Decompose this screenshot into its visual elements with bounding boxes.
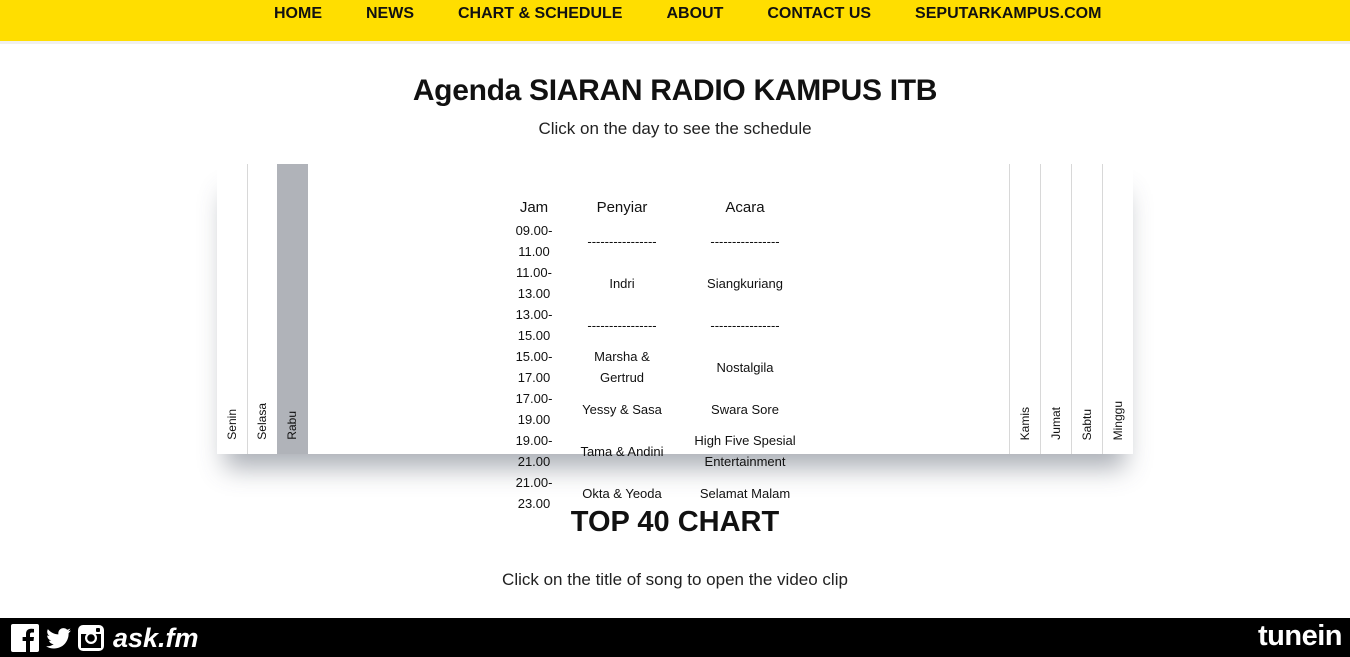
page-subtitle: Click on the day to see the schedule [538, 119, 812, 138]
table-row: 11.00-13.00 Indri Siangkuriang [494, 262, 820, 304]
nav-home[interactable]: HOME [274, 5, 322, 23]
chart-section-title: TOP 40 CHART [570, 506, 780, 538]
nav-contact-us[interactable]: CONTACT US [767, 5, 871, 23]
tunein-link[interactable]: tunein [1258, 620, 1343, 653]
cell-penyiar: Tama & Andini [580, 443, 664, 459]
cell-penyiar: Marsha & Gertrud [594, 349, 650, 385]
nav-chart-schedule[interactable]: CHART & SCHEDULE [458, 5, 622, 23]
day-tab-label: Senin [225, 409, 239, 440]
table-row: 13.00-15.00 ---------------- -----------… [494, 304, 820, 346]
day-tab-minggu[interactable]: Minggu [1102, 164, 1133, 454]
instagram-icon[interactable] [76, 623, 106, 653]
column-header-acara: Acara [725, 198, 765, 216]
nav-news[interactable]: NEWS [366, 5, 414, 23]
cell-jam: 11.00-13.00 [516, 265, 552, 301]
day-tab-jumat[interactable]: Jumat [1040, 164, 1071, 454]
cell-jam: 19.00-21.00 [515, 433, 553, 469]
day-tab-label: Jumat [1049, 407, 1063, 440]
day-tab-label: Selasa [255, 403, 269, 440]
table-row: 17.00-19.00 Yessy & Sasa Swara Sore [494, 388, 820, 430]
chart-section-subtitle: Click on the title of song to open the v… [502, 570, 848, 589]
cell-acara: ---------------- [710, 233, 780, 249]
cell-penyiar: Yessy & Sasa [582, 401, 662, 417]
cell-jam: 09.00-11.00 [515, 223, 553, 259]
table-row: 19.00-21.00 Tama & Andini High Five Spes… [494, 430, 820, 472]
twitter-icon[interactable] [43, 623, 73, 653]
cell-acara: High Five Spesial Entertainment [694, 433, 796, 469]
day-tab-rabu[interactable]: Rabu [277, 164, 308, 454]
table-row: 15.00-17.00 Marsha & Gertrud Nostalgila [494, 346, 820, 388]
day-tab-kamis[interactable]: Kamis [1009, 164, 1040, 454]
social-links: ask.fm [10, 623, 199, 653]
top-navigation: HOME NEWS CHART & SCHEDULE ABOUT CONTACT… [0, 0, 1350, 44]
day-tab-label: Minggu [1111, 400, 1125, 440]
cell-penyiar: ---------------- [587, 233, 657, 249]
page-title: Agenda SIARAN RADIO KAMPUS ITB [412, 74, 938, 107]
cell-penyiar: Indri [609, 275, 635, 291]
day-tab-label: Sabtu [1080, 408, 1094, 440]
day-tab-senin[interactable]: Senin [217, 164, 248, 454]
table-row: 09.00-11.00 ---------------- -----------… [494, 220, 820, 262]
schedule-header-row: Jam Penyiar Acara [494, 194, 820, 220]
askfm-link[interactable]: ask.fm [113, 623, 199, 653]
footer-bar: ask.fm tunein [0, 618, 1350, 657]
cell-penyiar: ---------------- [587, 317, 657, 333]
cell-jam: 17.00-19.00 [515, 391, 553, 427]
nav-about[interactable]: ABOUT [666, 5, 723, 23]
nav-seputarkampus[interactable]: SEPUTARKAMPUS.COM [915, 5, 1101, 23]
column-header-jam: Jam [519, 198, 549, 216]
column-header-penyiar: Penyiar [596, 198, 648, 216]
nav-menu: HOME NEWS CHART & SCHEDULE ABOUT CONTACT… [274, 5, 1145, 23]
facebook-icon[interactable] [10, 623, 40, 653]
cell-acara: Swara Sore [711, 401, 779, 417]
day-tab-sabtu[interactable]: Sabtu [1071, 164, 1102, 454]
day-tab-selasa[interactable]: Selasa [247, 164, 278, 454]
cell-acara: ---------------- [710, 317, 780, 333]
cell-jam: 15.00-17.00 [515, 349, 553, 385]
cell-acara: Nostalgila [716, 359, 774, 375]
day-tab-label: Kamis [1018, 406, 1032, 440]
cell-acara: Siangkuriang [707, 275, 783, 291]
schedule-panel: Senin Selasa Rabu Jam Penyiar Acara 09.0… [217, 164, 1133, 511]
cell-jam: 13.00-15.00 [515, 307, 553, 343]
schedule-table: Jam Penyiar Acara 09.00-11.00 ----------… [494, 194, 820, 514]
day-tab-label: Rabu [285, 411, 299, 440]
